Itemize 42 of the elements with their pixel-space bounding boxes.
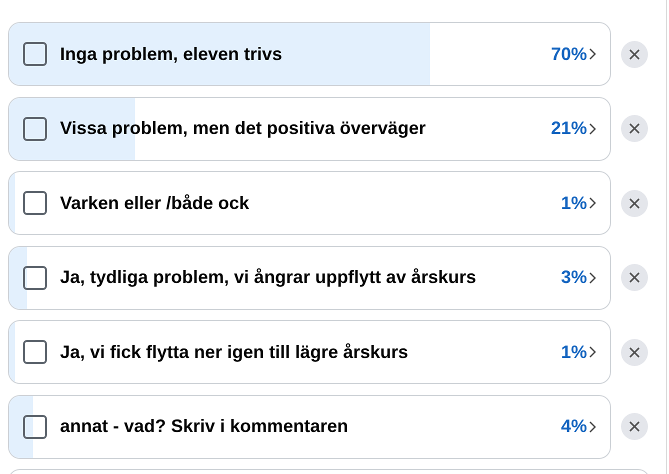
option-card[interactable]: annat - vad? Skriv i kommentaren 4% <box>8 394 611 458</box>
checkbox[interactable] <box>23 191 47 215</box>
chevron-icon <box>589 197 596 209</box>
option-card[interactable]: Vissa problem, men det positiva överväger 21% <box>8 96 611 160</box>
chevron-icon <box>589 346 596 358</box>
close-icon <box>629 346 640 358</box>
option-label: annat - vad? Skriv i kommentaren <box>60 416 350 437</box>
option-label: Inga problem, eleven trivs <box>60 44 284 64</box>
close-icon <box>629 48 640 60</box>
checkbox[interactable] <box>23 116 47 140</box>
percentage: 21% <box>550 118 587 139</box>
percentage: 1% <box>560 342 587 362</box>
percentage: 4% <box>560 416 587 437</box>
percentage: 3% <box>560 267 587 288</box>
option-card[interactable]: Inga problem, eleven trivs 70% <box>8 22 611 86</box>
checkbox[interactable] <box>23 42 47 66</box>
chevron-icon <box>589 420 596 432</box>
close-button[interactable] <box>621 264 648 291</box>
close-button[interactable] <box>621 338 648 366</box>
option-label: Ja, tydliga problem, vi ångrar uppflytt av årskurs <box>60 267 478 288</box>
option-label: Varken eller /både ock <box>60 192 250 214</box>
checkbox[interactable] <box>23 266 47 290</box>
percentage: 70% <box>550 44 587 64</box>
close-icon <box>629 421 640 432</box>
chevron-icon <box>589 272 596 284</box>
close-button[interactable] <box>621 190 648 216</box>
option-label: Ja, vi fick flytta ner igen till lägre årskurs <box>60 342 410 362</box>
checkbox[interactable] <box>23 340 47 364</box>
close-icon <box>629 123 640 134</box>
option-label: Vissa problem, men det positiva överväger <box>60 118 427 139</box>
option-card[interactable]: Ja, tydliga problem, vi ångrar uppflytt av årskurs 3% <box>8 246 611 310</box>
option-card[interactable]: Varken eller /både ock 1% <box>8 171 611 235</box>
close-button[interactable] <box>621 413 648 440</box>
chevron-icon <box>589 122 596 134</box>
checkbox[interactable] <box>23 414 47 438</box>
close-button[interactable] <box>621 115 648 142</box>
close-icon <box>629 198 640 208</box>
close-icon <box>629 272 640 283</box>
close-button[interactable] <box>621 40 648 68</box>
percentage: 1% <box>560 192 587 214</box>
chevron-icon <box>589 48 596 60</box>
option-card[interactable]: Ja, vi fick flytta ner igen till lägre årskurs 1% <box>8 320 611 384</box>
